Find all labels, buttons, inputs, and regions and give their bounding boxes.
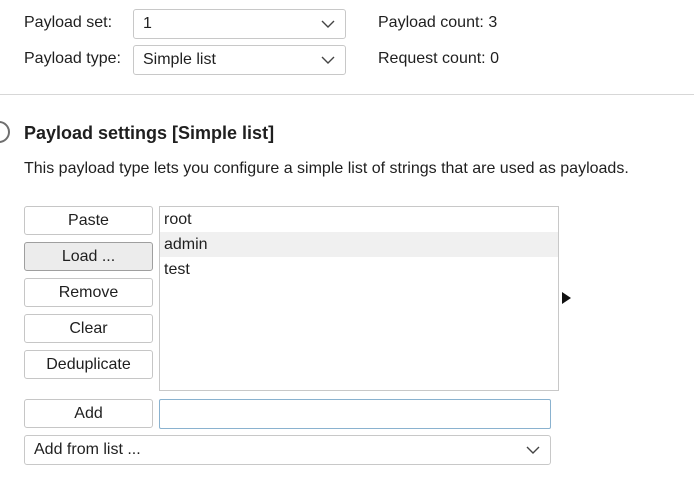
chevron-down-icon: [526, 446, 540, 454]
chevron-down-icon: [321, 56, 335, 64]
add-button[interactable]: Add: [24, 399, 153, 428]
add-payload-input[interactable]: [159, 399, 551, 429]
payload-set-value: 1: [143, 15, 152, 32]
payload-list[interactable]: root admin test: [159, 206, 559, 391]
pointer-arrow-icon: [562, 292, 571, 304]
payload-settings-description: This payload type lets you configure a s…: [24, 160, 629, 177]
remove-button[interactable]: Remove: [24, 278, 153, 307]
payload-set-select[interactable]: 1: [133, 9, 346, 39]
add-from-list-value: Add from list ...: [34, 441, 141, 458]
section-help-icon[interactable]: [0, 121, 10, 143]
payload-type-select[interactable]: Simple list: [133, 45, 346, 75]
paste-button[interactable]: Paste: [24, 206, 153, 235]
chevron-down-icon: [321, 20, 335, 28]
payload-count-label: Payload count:: [378, 14, 484, 31]
request-count: Request count: 0: [378, 49, 499, 69]
payload-type-value: Simple list: [143, 51, 216, 68]
payload-settings-title: Payload settings [Simple list]: [24, 123, 275, 143]
request-count-value: 0: [490, 50, 499, 67]
add-from-list-select[interactable]: Add from list ...: [24, 435, 551, 465]
list-item[interactable]: admin: [160, 232, 558, 257]
load-button[interactable]: Load ...: [24, 242, 153, 271]
section-divider: [0, 94, 694, 95]
payload-set-label: Payload set:: [24, 14, 113, 31]
list-item[interactable]: root: [160, 207, 558, 232]
deduplicate-button[interactable]: Deduplicate: [24, 350, 153, 379]
payload-count: Payload count: 3: [378, 13, 497, 33]
payload-count-value: 3: [488, 14, 498, 31]
request-count-label: Request count:: [378, 50, 486, 67]
clear-button[interactable]: Clear: [24, 314, 153, 343]
payload-type-label: Payload type:: [24, 50, 121, 67]
list-item[interactable]: test: [160, 257, 558, 282]
